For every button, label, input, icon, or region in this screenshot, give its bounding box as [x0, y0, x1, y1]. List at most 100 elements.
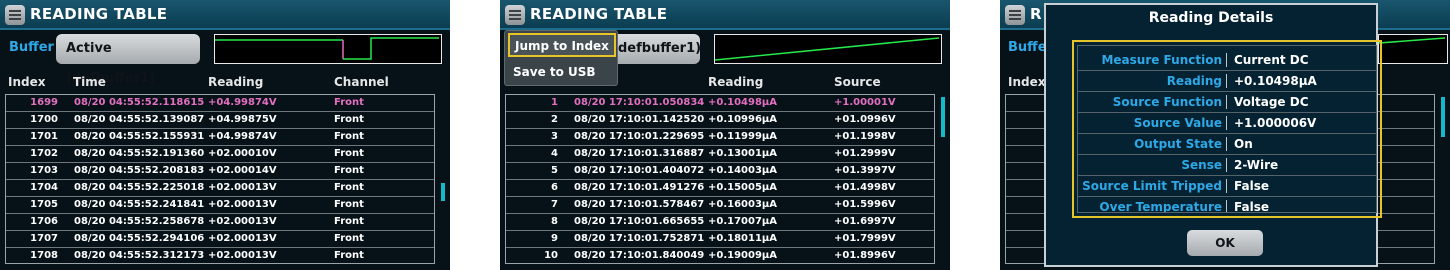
cell-source: +01.7999V [834, 233, 896, 244]
cell-reading: +0.11999µA [708, 131, 778, 142]
table-row[interactable]: 8 08/20 17:10:01.665655 +0.17007µA +01.6997… [506, 214, 934, 231]
table-row[interactable]: 7 08/20 17:10:01.578467 +0.16003µA +01.5996… [506, 197, 934, 214]
cell-reading: +02.00013V [208, 216, 277, 227]
cell-time: 08/20 17:10:01.316887 [574, 148, 705, 159]
cell-source: +01.4998V [834, 182, 896, 193]
reading-table[interactable]: 1 08/20 17:10:01.050834 +0.10498µA +1.00001… [505, 94, 935, 264]
cell-time: 08/20 04:55:52.139087 [74, 114, 205, 125]
table-row[interactable]: 1707 08/20 04:55:52.294106 +02.00013V Front [6, 231, 434, 248]
cell-index: 8 [551, 216, 558, 227]
table-row[interactable]: 1702 08/20 04:55:52.191360 +02.00010V Front [6, 146, 434, 163]
cell-index: 1705 [30, 199, 58, 210]
table-row[interactable]: 10 08/20 17:10:01.840049 +0.19009µA +01.899… [506, 248, 934, 265]
reading-table-screen-2: READING TABLE defbuffer1) Index Time Rea… [500, 0, 950, 270]
cell-reading: +02.00013V [208, 182, 277, 193]
cell-reading: +04.99875V [208, 114, 277, 125]
detail-row: Source Limit Tripped False [1078, 176, 1376, 197]
menu-popup: Jump to Index Save to USB [504, 30, 618, 86]
table-row[interactable]: 9 08/20 17:10:01.752871 +0.18011µA +01.7999… [506, 231, 934, 248]
table-row[interactable]: 3 08/20 17:10:01.229695 +0.11999µA +01.1998… [506, 129, 934, 146]
buffer-label: Buffer [9, 40, 54, 55]
cell-channel: Front [334, 131, 364, 142]
table-row[interactable]: 1706 08/20 04:55:52.258678 +02.00013V Front [6, 214, 434, 231]
cell-index: 1701 [30, 131, 58, 142]
reading-details-screen: R Buffe Index Reading Details Measure Fu… [1000, 0, 1450, 270]
page-title: READING TABLE [530, 5, 668, 23]
cell-time: 08/20 17:10:01.229695 [574, 131, 705, 142]
table-row[interactable]: 6 08/20 17:10:01.491276 +0.15005µA +01.4998… [506, 180, 934, 197]
cell-source: +01.0996V [834, 114, 896, 125]
table-scrollbar [1441, 97, 1445, 137]
cell-index: 1699 [30, 97, 58, 108]
cell-time: 08/20 04:55:52.208183 [74, 165, 205, 176]
trace-ramp [1379, 37, 1446, 44]
cell-time: 08/20 17:10:01.752871 [574, 233, 705, 244]
cell-reading: +02.00013V [208, 233, 277, 244]
cell-time: 08/20 04:55:52.191360 [74, 148, 205, 159]
table-scrollbar[interactable] [441, 183, 445, 201]
details-list[interactable]: Measure Function Current DC Reading +0.104… [1077, 45, 1377, 213]
cell-source: +01.1998V [834, 131, 896, 142]
table-row[interactable]: 1703 08/20 04:55:52.208183 +02.00014V Front [6, 163, 434, 180]
cell-source: +01.3997V [834, 165, 896, 176]
cell-time: 08/20 17:10:01.142520 [574, 114, 705, 125]
buffer-trace-chart [715, 37, 940, 61]
page-title: R [1030, 5, 1042, 23]
table-row[interactable]: 1699 08/20 04:55:52.118615 +04.99874V Front [6, 95, 434, 112]
cell-channel: Front [334, 182, 364, 193]
table-row[interactable]: 4 08/20 17:10:01.316887 +0.13001µA +01.2999… [506, 146, 934, 163]
table-row[interactable]: 1704 08/20 04:55:52.225018 +02.00013V Front [6, 180, 434, 197]
cell-channel: Front [334, 199, 364, 210]
reading-details-dialog: Reading Details Measure Function Current … [1044, 3, 1382, 267]
menu-icon[interactable] [505, 5, 525, 25]
detail-row: Source Function Voltage DC [1078, 92, 1376, 113]
cell-reading: +0.17007µA [708, 216, 778, 227]
cell-index: 7 [551, 199, 558, 210]
detail-value: +0.10498µA [1234, 74, 1317, 88]
cell-index: 1700 [30, 114, 58, 125]
cell-time: 08/20 04:55:52.241841 [74, 199, 205, 210]
cell-channel: Front [334, 114, 364, 125]
trace-ramp [715, 37, 940, 61]
reading-table[interactable]: 1699 08/20 04:55:52.118615 +04.99874V Front… [5, 94, 435, 264]
cell-index: 1706 [30, 216, 58, 227]
cell-time: 08/20 17:10:01.050834 [574, 97, 705, 108]
table-row[interactable]: 1708 08/20 04:55:52.312173 +02.00013V Front [6, 248, 434, 265]
column-header-index: Index [8, 75, 46, 89]
ok-button[interactable]: OK [1187, 230, 1263, 256]
trace-segment-low [343, 37, 439, 60]
cell-reading: +0.15005µA [708, 182, 778, 193]
cell-reading: +0.18011µA [708, 233, 778, 244]
detail-value: False [1234, 200, 1269, 213]
table-scrollbar[interactable] [941, 97, 945, 137]
cell-source: +01.6997V [834, 216, 896, 227]
cell-reading: +02.00013V [208, 250, 277, 261]
cell-channel: Front [334, 97, 364, 108]
menu-icon[interactable] [1005, 5, 1025, 25]
table-row[interactable]: 1701 08/20 04:55:52.155931 +04.99874V Front [6, 129, 434, 146]
detail-label: Source Function [1112, 95, 1222, 109]
table-row[interactable]: 1 08/20 17:10:01.050834 +0.10498µA +1.00001… [506, 95, 934, 112]
cell-source: +01.8996V [834, 250, 896, 261]
table-row[interactable]: 2 08/20 17:10:01.142520 +0.10996µA +01.0996… [506, 112, 934, 129]
detail-row: Source Value +1.000006V [1078, 113, 1376, 134]
cell-channel: Front [334, 216, 364, 227]
table-row[interactable]: 1705 08/20 04:55:52.241841 +02.00013V Front [6, 197, 434, 214]
detail-value: False [1234, 179, 1269, 193]
cell-index: 9 [551, 233, 558, 244]
detail-value: On [1234, 137, 1253, 151]
cell-channel: Front [334, 250, 364, 261]
menu-icon[interactable] [5, 5, 25, 25]
table-row[interactable]: 1700 08/20 04:55:52.139087 +04.99875V Front [6, 112, 434, 129]
title-bar: READING TABLE [0, 0, 450, 30]
detail-label: Source Limit Tripped [1082, 179, 1222, 193]
save-to-usb-menu-item[interactable]: Save to USB [508, 61, 616, 85]
cell-channel: Front [334, 233, 364, 244]
buffer-label: Buffe [1008, 40, 1047, 55]
jump-to-index-menu-item[interactable]: Jump to Index [508, 33, 616, 57]
column-header-time: Time [73, 75, 106, 89]
buffer-select-button[interactable]: Active (defbuffer1) [56, 34, 200, 86]
table-row[interactable]: 5 08/20 17:10:01.404072 +0.14003µA +01.3997… [506, 163, 934, 180]
dialog-title: Reading Details [1148, 10, 1274, 26]
detail-label: Sense [1181, 158, 1222, 172]
